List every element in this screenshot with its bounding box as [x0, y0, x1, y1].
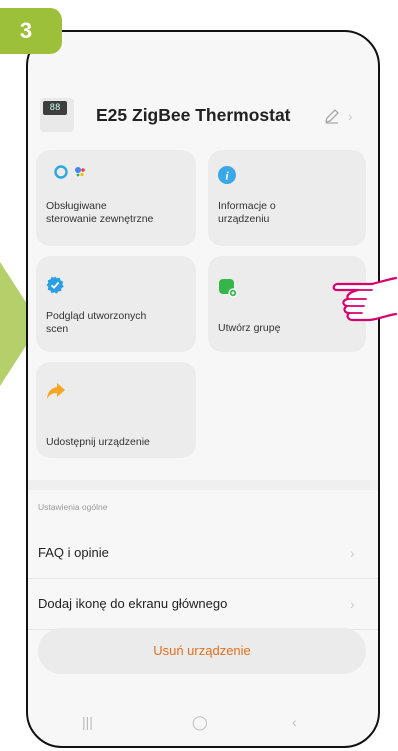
- device-settings-screen: 88 E25 ZigBee Thermostat › Obsługiwane st…: [28, 32, 378, 746]
- card-create-group-label: Utwórz grupę: [218, 322, 281, 334]
- back-icon[interactable]: ‹: [292, 714, 297, 730]
- edit-pencil-icon[interactable]: [324, 108, 340, 124]
- chevron-right-icon: ›: [350, 545, 355, 561]
- svg-text:i: i: [225, 169, 229, 183]
- card-external-control-label: Obsługiwane sterowanie zewnętrzne: [46, 200, 154, 225]
- card-external-control[interactable]: Obsługiwane sterowanie zewnętrzne: [36, 150, 196, 246]
- card-share-device[interactable]: Udostępnij urządzenie: [36, 362, 196, 458]
- menu-item-add-home-icon-label: Dodaj ikonę do ekranu głównego: [38, 596, 228, 611]
- pointing-hand-icon: [332, 276, 398, 322]
- card-device-info[interactable]: i Informacje o urządzeniu: [208, 150, 366, 246]
- device-header: 88 E25 ZigBee Thermostat ›: [28, 98, 378, 138]
- scene-check-badge-icon: [46, 276, 64, 294]
- card-device-info-label: Informacje o urządzeniu: [218, 200, 276, 225]
- share-arrow-icon: [47, 383, 65, 399]
- menu-item-add-home-icon[interactable]: Dodaj ikonę do ekranu głównego ›: [28, 579, 378, 630]
- home-icon[interactable]: ◯: [192, 714, 208, 731]
- create-group-icon: [219, 279, 238, 298]
- section-divider: [28, 480, 378, 490]
- menu-item-faq-label: FAQ i opinie: [38, 545, 109, 560]
- delete-device-button[interactable]: Usuń urządzenie: [38, 628, 366, 674]
- system-navigation-bar: ||| ◯ ‹: [28, 708, 378, 738]
- info-icon: i: [218, 166, 236, 184]
- header-chevron-right-icon[interactable]: ›: [348, 109, 358, 123]
- step-number-badge: 3: [0, 8, 62, 54]
- phone-frame: 88 E25 ZigBee Thermostat › Obsługiwane st…: [26, 30, 380, 748]
- thermostat-display: 88: [43, 101, 67, 115]
- assistant-logos-icon: [54, 165, 85, 179]
- thermostat-thumbnail: 88: [40, 98, 74, 132]
- device-title: E25 ZigBee Thermostat: [96, 105, 291, 125]
- chevron-right-icon: ›: [350, 596, 355, 612]
- general-settings-section-label: Ustawienia ogólne: [38, 502, 108, 512]
- card-scenes-label: Podgląd utworzonych scen: [46, 310, 147, 335]
- recent-apps-icon[interactable]: |||: [82, 714, 93, 730]
- card-scenes[interactable]: Podgląd utworzonych scen: [36, 256, 196, 352]
- card-share-device-label: Udostępnij urządzenie: [46, 436, 150, 448]
- menu-item-faq[interactable]: FAQ i opinie ›: [28, 528, 378, 579]
